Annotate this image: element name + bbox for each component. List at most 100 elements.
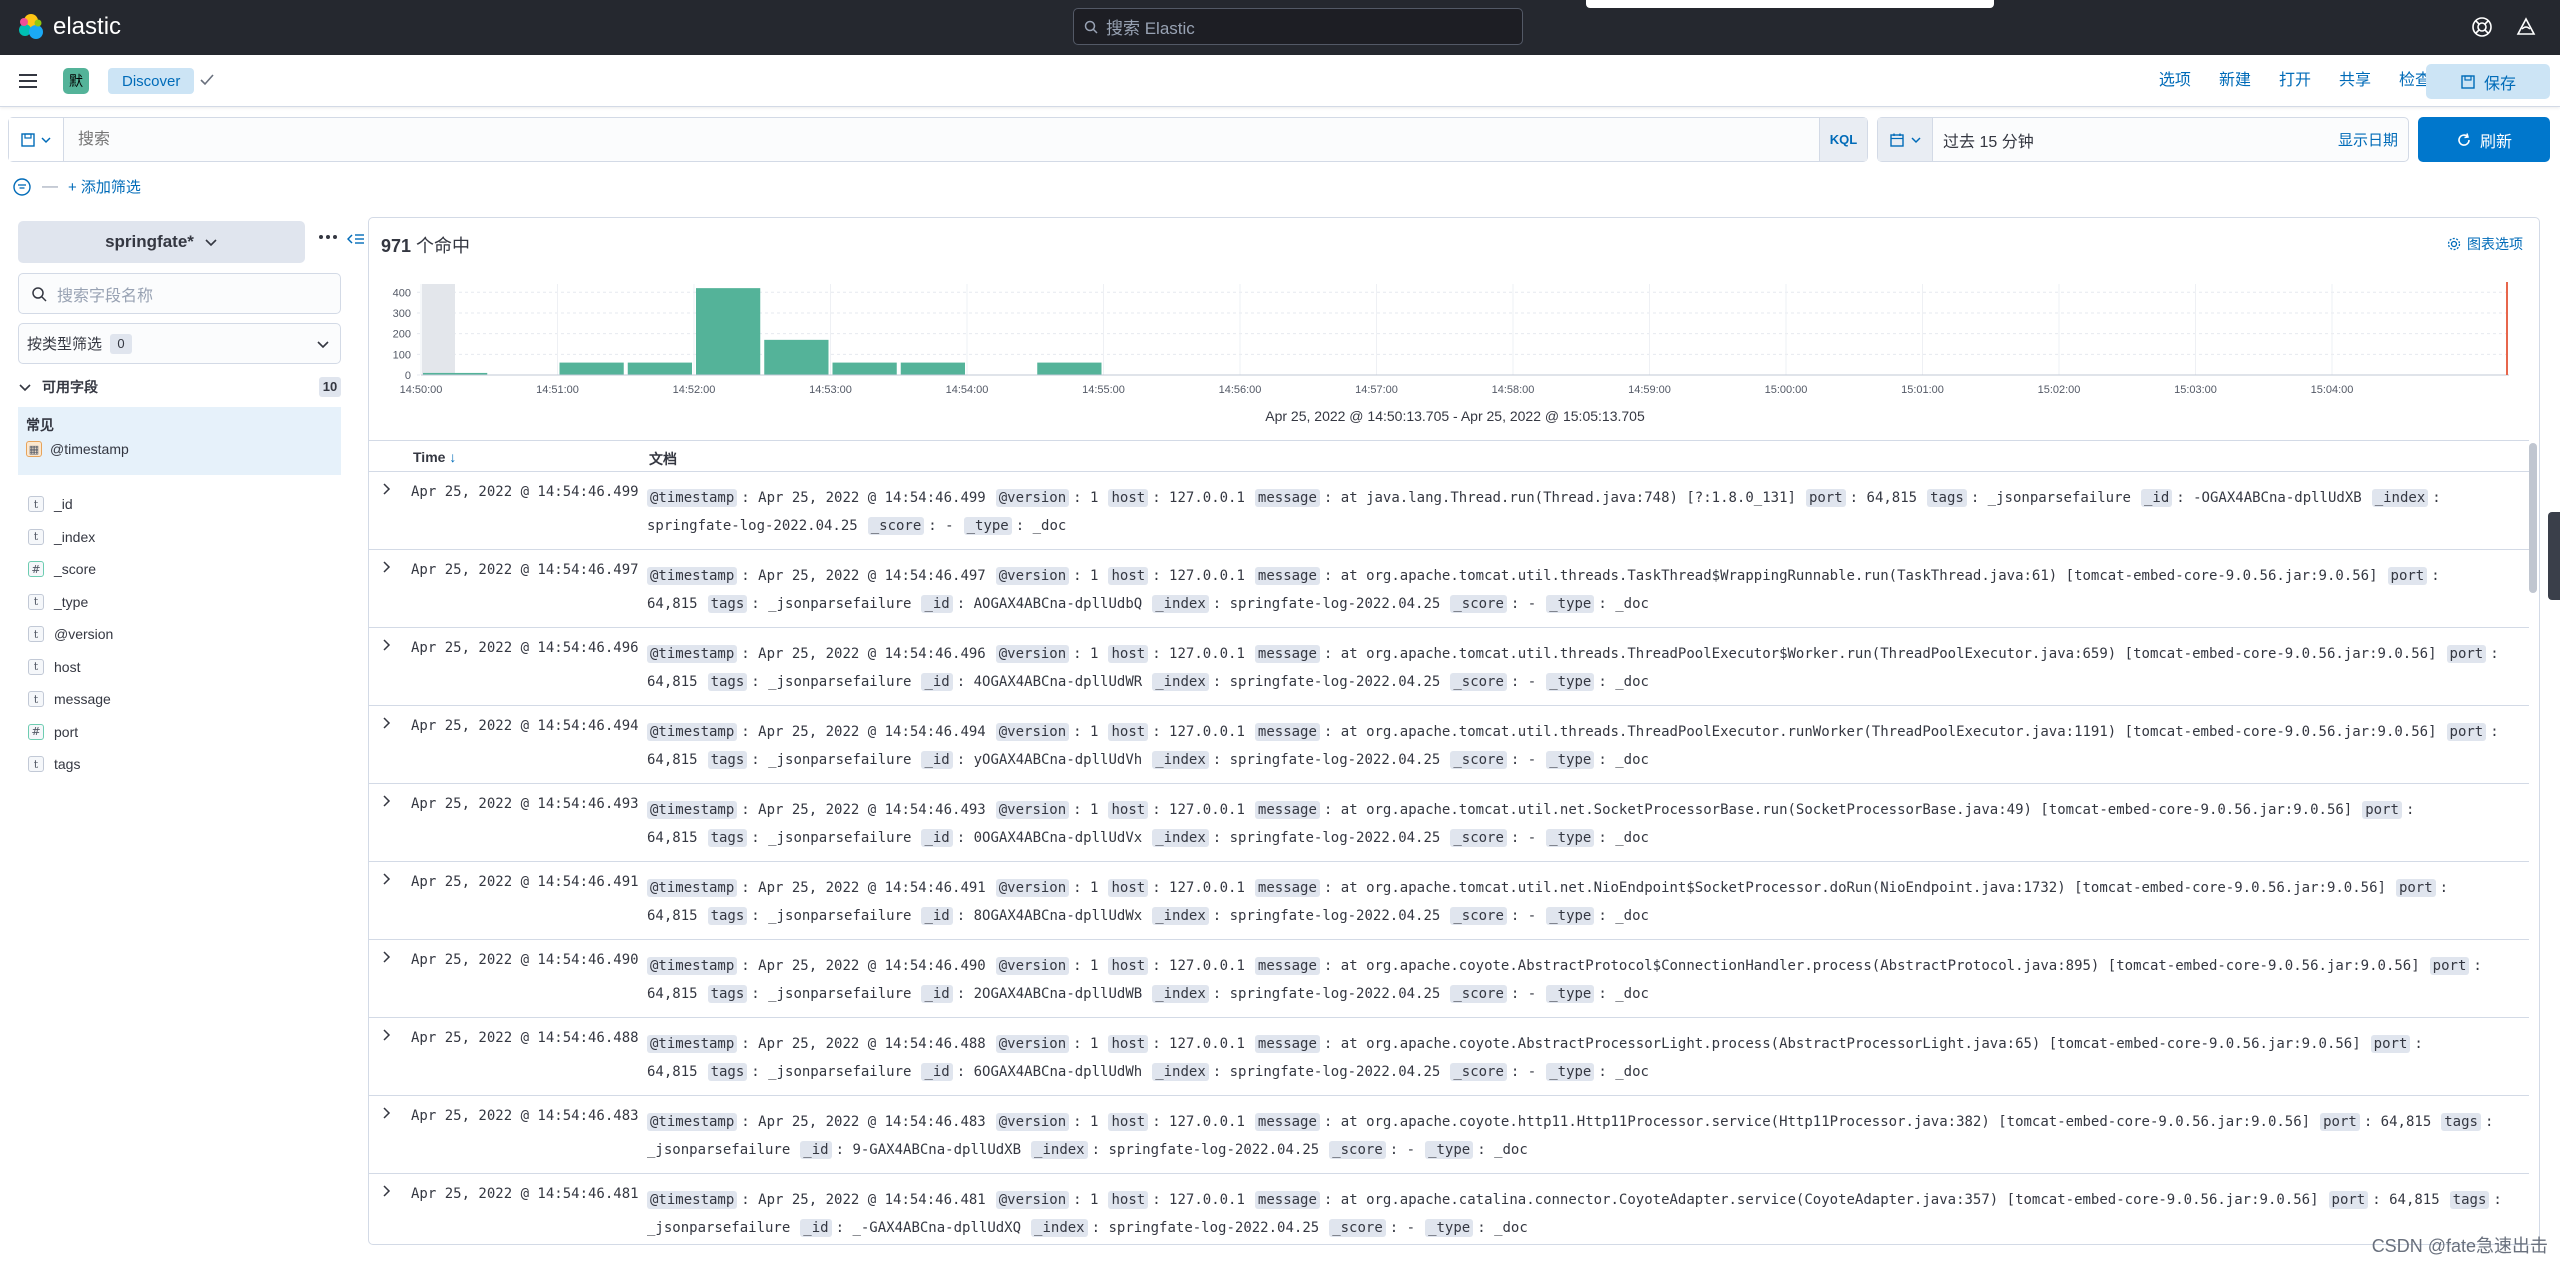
expand-row-icon[interactable] (379, 794, 393, 808)
time-column-header[interactable]: Time ↓ (413, 449, 456, 465)
table-row: Apr 25, 2022 @ 14:54:46.493 @timestamp: A… (369, 784, 2529, 862)
saved-query-button[interactable] (9, 118, 64, 161)
doc-field-key: _index (1152, 907, 1209, 925)
expand-row-icon[interactable] (379, 1184, 393, 1198)
doc-field-key: host (1108, 723, 1149, 741)
expand-row-icon[interactable] (379, 560, 393, 574)
elastic-logo-icon (19, 14, 43, 39)
filter-by-type-button[interactable]: 按类型筛选 0 (18, 323, 341, 364)
expand-row-icon[interactable] (379, 950, 393, 964)
global-search-input[interactable]: 搜索 Elastic (1073, 8, 1523, 45)
row-document: @timestamp: Apr 25, 2022 @ 14:54:46.493 @… (647, 801, 2415, 847)
table-row: Apr 25, 2022 @ 14:54:46.483 @timestamp: A… (369, 1096, 2529, 1174)
row-timestamp: Apr 25, 2022 @ 14:54:46.494 (411, 718, 639, 734)
doc-field-key: _type (963, 517, 1012, 535)
query-input[interactable] (64, 118, 1819, 161)
expand-row-icon[interactable] (379, 716, 393, 730)
chevron-down-icon (19, 384, 31, 392)
field-item[interactable]: t _index (28, 524, 95, 550)
expand-row-icon[interactable] (379, 482, 393, 496)
hit-count-number: 971 (381, 236, 412, 256)
doc-field-value: 9-GAX4ABCna-dpllUdXB (852, 1142, 1022, 1158)
chevron-down-icon (41, 136, 51, 143)
index-pattern-selector[interactable]: springfate* (18, 221, 305, 263)
string-field-icon: t (28, 658, 44, 675)
field-item[interactable]: t tags (28, 751, 80, 777)
field-item[interactable]: # _score (28, 556, 96, 582)
available-fields-label: 可用字段 (42, 379, 98, 395)
doc-field-key: host (1108, 879, 1149, 897)
doc-field-value: _jsonparsefailure (647, 1142, 791, 1158)
field-item[interactable]: t _type (28, 589, 88, 615)
doc-field-value: springfate-log-2022.04.25 (647, 518, 858, 534)
expand-row-icon[interactable] (379, 872, 393, 886)
doc-field-key: _score (1450, 1063, 1507, 1081)
table-scrollbar[interactable] (2529, 443, 2537, 593)
app-header: 默 Discover 选项 新建 打开 共享 检查 保存 (0, 55, 2560, 107)
doc-field-key: _id (921, 751, 953, 769)
doc-field-key: _id (800, 1141, 832, 1159)
chevron-down-icon (317, 341, 329, 349)
help-icon[interactable] (2469, 14, 2495, 40)
collapse-sidebar-icon[interactable] (347, 233, 365, 245)
breadcrumb-discover[interactable]: Discover (108, 68, 195, 94)
doc-field-key: _id (921, 985, 953, 1003)
doc-field-key: @version (995, 879, 1070, 897)
field-item[interactable]: t host (28, 654, 80, 680)
space-avatar[interactable]: 默 (63, 68, 89, 94)
menu-toggle-button[interactable] (17, 70, 39, 92)
row-document: @timestamp: Apr 25, 2022 @ 14:54:46.491 @… (647, 879, 2449, 925)
doc-field-key: @version (995, 1113, 1070, 1131)
time-range-text[interactable]: 过去 15 分钟 (1933, 128, 2338, 152)
field-item[interactable]: t message (28, 686, 111, 712)
expand-row-icon[interactable] (379, 1106, 393, 1120)
doc-field-value: _doc (1615, 596, 1649, 612)
chart-options-button[interactable]: 图表选项 (2447, 234, 2523, 254)
doc-field-key: _id (921, 829, 953, 847)
nav-options-link[interactable]: 选项 (2145, 70, 2205, 92)
doc-field-key: _index (1152, 985, 1209, 1003)
doc-field-value: - (1527, 674, 1537, 690)
nav-share-link[interactable]: 共享 (2325, 70, 2385, 92)
save-button[interactable]: 保存 (2426, 64, 2550, 99)
index-pattern-options-icon[interactable] (318, 233, 338, 241)
expand-row-icon[interactable] (379, 638, 393, 652)
field-item[interactable]: # port (28, 719, 78, 745)
doc-field-value: 127.0.0.1 (1169, 1036, 1245, 1052)
field-item-timestamp[interactable]: ▦ @timestamp (26, 441, 333, 457)
doc-field-value: _jsonparsefailure (768, 674, 912, 690)
available-fields-header[interactable]: 可用字段 10 (18, 375, 341, 399)
field-item[interactable]: t @version (28, 621, 113, 647)
doc-field-value: Apr 25, 2022 @ 14:54:46.491 (758, 880, 986, 896)
field-item[interactable]: t _id (28, 491, 73, 517)
expand-row-icon[interactable] (379, 1028, 393, 1042)
histogram-chart[interactable]: 0 100 200 300 400 14:50:00 14:51:00 14:52:00 14:… (369, 278, 2540, 408)
toast-remnant (1586, 0, 1994, 8)
doc-field-key: _type (1546, 829, 1595, 847)
doc-field-key: tags (707, 1063, 748, 1081)
doc-field-key: message (1254, 489, 1320, 507)
doc-field-value: _jsonparsefailure (768, 752, 912, 768)
string-field-icon: t (28, 528, 44, 545)
refresh-icon (2458, 132, 2470, 146)
refresh-button[interactable]: 刷新 (2418, 117, 2550, 162)
doc-field-value: Apr 25, 2022 @ 14:54:46.488 (758, 1036, 986, 1052)
side-drawer-handle[interactable] (2548, 512, 2560, 600)
elastic-logo[interactable]: elastic (17, 13, 121, 41)
kql-toggle-button[interactable]: KQL (1819, 118, 1867, 161)
field-search-input[interactable]: 搜索字段名称 (18, 273, 341, 314)
top-header: elastic 搜索 Elastic (0, 0, 2560, 55)
nav-new-link[interactable]: 新建 (2205, 70, 2265, 92)
doc-field-key: _index (1152, 751, 1209, 769)
filter-menu-icon[interactable] (12, 177, 32, 197)
row-timestamp: Apr 25, 2022 @ 14:54:46.491 (411, 874, 639, 890)
doc-field-value: 1 (1090, 802, 1099, 818)
nav-open-link[interactable]: 打开 (2265, 70, 2325, 92)
show-dates-link[interactable]: 显示日期 (2338, 129, 2408, 150)
quick-date-menu-button[interactable] (1878, 118, 1933, 161)
doc-field-value: _doc (1494, 1220, 1528, 1236)
newsfeed-icon[interactable] (2513, 14, 2539, 40)
doc-field-value: springfate-log-2022.04.25 (1108, 1220, 1320, 1236)
add-filter-link[interactable]: + 添加筛选 (68, 176, 141, 197)
string-field-icon: t (28, 691, 44, 707)
